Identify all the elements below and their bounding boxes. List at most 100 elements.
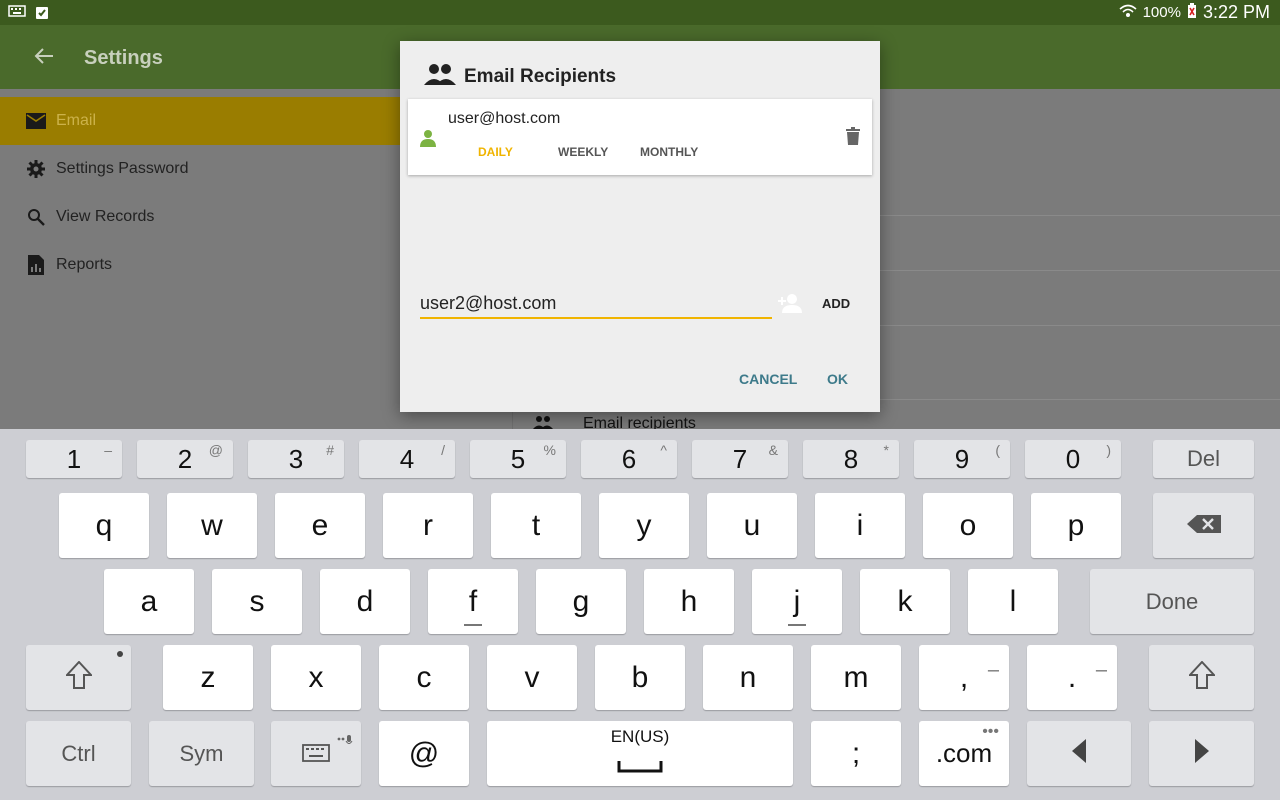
semicolon-key[interactable]: ; bbox=[811, 721, 901, 786]
key-s[interactable]: s bbox=[212, 569, 302, 634]
keyboard-settings-key[interactable] bbox=[271, 721, 361, 786]
battery-icon bbox=[1187, 2, 1197, 23]
frequency-monthly-button[interactable]: MONTHLY bbox=[640, 145, 698, 159]
key-l[interactable]: l bbox=[968, 569, 1058, 634]
key-p[interactable]: p bbox=[1031, 493, 1121, 558]
key-i[interactable]: i bbox=[815, 493, 905, 558]
ctrl-key[interactable]: Ctrl bbox=[26, 721, 131, 786]
key-c[interactable]: c bbox=[379, 645, 469, 710]
key-0[interactable]: 0) bbox=[1025, 440, 1121, 478]
sidebar-item-view-records[interactable]: View Records bbox=[0, 193, 400, 241]
key-q[interactable]: q bbox=[59, 493, 149, 558]
battery-percent: 100% bbox=[1142, 4, 1181, 21]
sidebar-item-label: Email bbox=[56, 112, 97, 129]
trash-icon[interactable] bbox=[846, 127, 860, 150]
key-r[interactable]: r bbox=[383, 493, 473, 558]
shift-icon bbox=[1187, 660, 1216, 695]
sym-key[interactable]: Sym bbox=[149, 721, 254, 786]
arrow-right-icon bbox=[1194, 738, 1209, 769]
key-period[interactable]: . – bbox=[1027, 645, 1117, 710]
sidebar-item-label: Reports bbox=[56, 256, 113, 273]
key-6[interactable]: 6 ^ bbox=[581, 440, 677, 478]
recipient-email: user@host.com bbox=[448, 110, 561, 127]
sidebar-item-settings-password[interactable]: Settings Password bbox=[0, 145, 400, 193]
backspace-key[interactable] bbox=[1153, 493, 1254, 558]
frequency-weekly-button[interactable]: WEEKLY bbox=[558, 145, 608, 159]
sidebar-item-label: Settings Password bbox=[56, 160, 189, 177]
group-icon bbox=[424, 63, 456, 91]
sidebar-item-reports[interactable]: Reports bbox=[0, 241, 400, 289]
key-4[interactable]: 4/ bbox=[359, 440, 455, 478]
caps-indicator-dot bbox=[117, 651, 123, 657]
key-3[interactable]: 3 # bbox=[248, 440, 344, 478]
report-icon bbox=[26, 255, 46, 275]
dialog-title: Email Recipients bbox=[424, 63, 616, 91]
recipient-card: user@host.com DAILY WEEKLY MONTHLY bbox=[408, 99, 872, 175]
status-bar: 100% 3:22 PM bbox=[0, 0, 1280, 25]
key-8[interactable]: 8 * bbox=[803, 440, 899, 478]
key-v[interactable]: v bbox=[487, 645, 577, 710]
recipient-email-input[interactable] bbox=[420, 291, 772, 319]
done-key[interactable]: Done bbox=[1090, 569, 1254, 634]
wifi-icon bbox=[1119, 3, 1137, 23]
key-9[interactable]: 9( bbox=[914, 440, 1010, 478]
sidebar-item-label: View Records bbox=[56, 208, 155, 225]
at-key[interactable]: @ bbox=[379, 721, 469, 786]
sidebar-item-email[interactable]: Email bbox=[0, 97, 400, 145]
space-language-label: EN(US) bbox=[610, 726, 670, 746]
arrow-left-icon bbox=[1072, 738, 1086, 769]
back-arrow-icon[interactable] bbox=[34, 45, 54, 71]
key-b[interactable]: b bbox=[595, 645, 685, 710]
key-h[interactable]: h bbox=[644, 569, 734, 634]
key-u[interactable]: u bbox=[707, 493, 797, 558]
key-n[interactable]: n bbox=[703, 645, 793, 710]
key-f[interactable]: f bbox=[428, 569, 518, 634]
clipboard-check-icon bbox=[34, 4, 50, 25]
key-o[interactable]: o bbox=[923, 493, 1013, 558]
key-e[interactable]: e bbox=[275, 493, 365, 558]
key-k[interactable]: k bbox=[860, 569, 950, 634]
key-y[interactable]: y bbox=[599, 493, 689, 558]
key-d[interactable]: d bbox=[320, 569, 410, 634]
email-recipients-dialog: Email Recipients user@host.com DAILY WEE… bbox=[400, 41, 880, 412]
shift-left-key[interactable] bbox=[26, 645, 131, 710]
key-x[interactable]: x bbox=[271, 645, 361, 710]
sidebar-nav: Email Settings Password View Records Rep… bbox=[0, 97, 400, 289]
mic-icon bbox=[337, 727, 353, 753]
key-w[interactable]: w bbox=[167, 493, 257, 558]
key-comma[interactable]: , – bbox=[919, 645, 1009, 710]
keyboard-icon bbox=[302, 740, 330, 768]
cursor-right-key[interactable] bbox=[1149, 721, 1254, 786]
ok-button[interactable]: OK bbox=[827, 371, 848, 387]
shift-icon bbox=[64, 660, 93, 695]
add-button[interactable]: ADD bbox=[822, 296, 850, 311]
key-z[interactable]: z bbox=[163, 645, 253, 710]
dotcom-key[interactable]: .com ••• bbox=[919, 721, 1009, 786]
search-icon bbox=[26, 207, 46, 227]
key-7[interactable]: 7 & bbox=[692, 440, 788, 478]
space-key[interactable]: EN(US) bbox=[487, 721, 793, 786]
key-t[interactable]: t bbox=[491, 493, 581, 558]
key-2[interactable]: 2 @ bbox=[137, 440, 233, 478]
mail-icon bbox=[26, 111, 46, 131]
space-bar-icon bbox=[617, 747, 663, 781]
person-icon bbox=[420, 129, 436, 152]
dialog-title-text: Email Recipients bbox=[464, 66, 617, 87]
key-1[interactable]: 1– bbox=[26, 440, 122, 478]
frequency-daily-button[interactable]: DAILY bbox=[478, 145, 513, 159]
page-title: Settings bbox=[84, 47, 163, 69]
gear-icon bbox=[26, 159, 46, 179]
delete-key[interactable]: Del bbox=[1153, 440, 1254, 478]
key-5[interactable]: 5% bbox=[470, 440, 566, 478]
shift-right-key[interactable] bbox=[1149, 645, 1254, 710]
cursor-left-key[interactable] bbox=[1027, 721, 1131, 786]
keyboard-status-icon bbox=[8, 4, 26, 25]
key-g[interactable]: g bbox=[536, 569, 626, 634]
key-j[interactable]: j bbox=[752, 569, 842, 634]
add-person-icon[interactable] bbox=[776, 293, 802, 318]
onscreen-keyboard: 1– 2 @ 3 # 4/ 5% 6 ^ 7 & 8 * 9( 0) Del q w e … bbox=[0, 429, 1280, 800]
clock-time: 3:22 PM bbox=[1202, 2, 1270, 22]
cancel-button[interactable]: CANCEL bbox=[739, 371, 797, 387]
key-a[interactable]: a bbox=[104, 569, 194, 634]
key-m[interactable]: m bbox=[811, 645, 901, 710]
